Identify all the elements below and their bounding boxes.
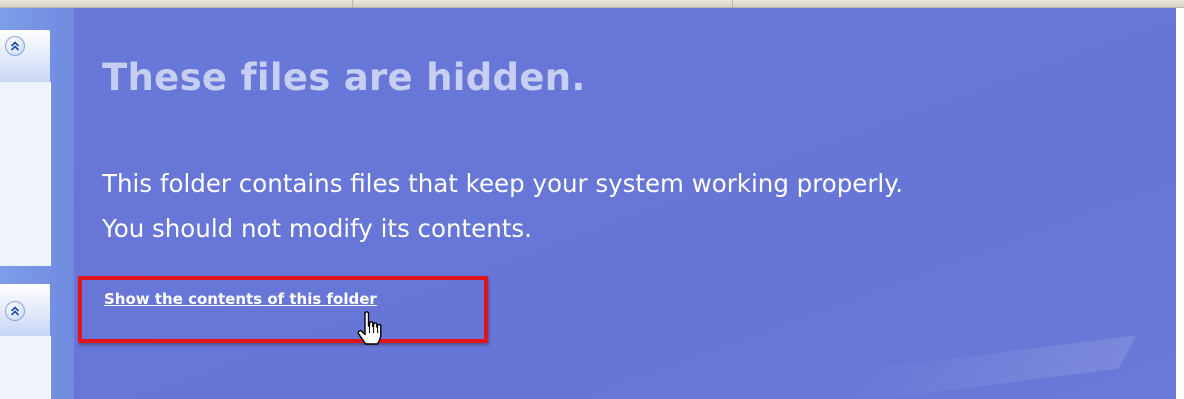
notice-message: This folder contains files that keep you… xyxy=(102,161,1162,251)
toolbar-separator xyxy=(732,0,733,7)
task-group-top xyxy=(0,30,51,266)
hand-pointer-icon xyxy=(357,311,382,345)
highlight-annotation xyxy=(78,276,488,343)
chevron-up-double-icon xyxy=(10,41,20,51)
hidden-files-panel: These files are hidden. This folder cont… xyxy=(74,8,1176,399)
toolbar-strip xyxy=(0,0,1184,8)
collapse-group-button[interactable] xyxy=(5,301,25,321)
collapse-group-button[interactable] xyxy=(5,36,25,56)
background-streak xyxy=(835,335,1137,399)
notice-message-line: You should not modify its contents. xyxy=(102,214,532,243)
window-right-edge xyxy=(1176,8,1184,399)
task-group-bottom xyxy=(0,284,51,399)
explorer-window: These files are hidden. This folder cont… xyxy=(0,0,1184,399)
notice-message-line: This folder contains files that keep you… xyxy=(102,169,904,198)
task-group-body xyxy=(0,82,51,266)
chevron-up-double-icon xyxy=(10,306,20,316)
show-folder-contents-link[interactable]: Show the contents of this folder xyxy=(104,290,377,308)
toolbar-separator xyxy=(352,0,353,7)
task-group-body xyxy=(0,336,51,399)
task-pane xyxy=(0,8,74,399)
notice-heading: These files are hidden. xyxy=(102,56,586,99)
